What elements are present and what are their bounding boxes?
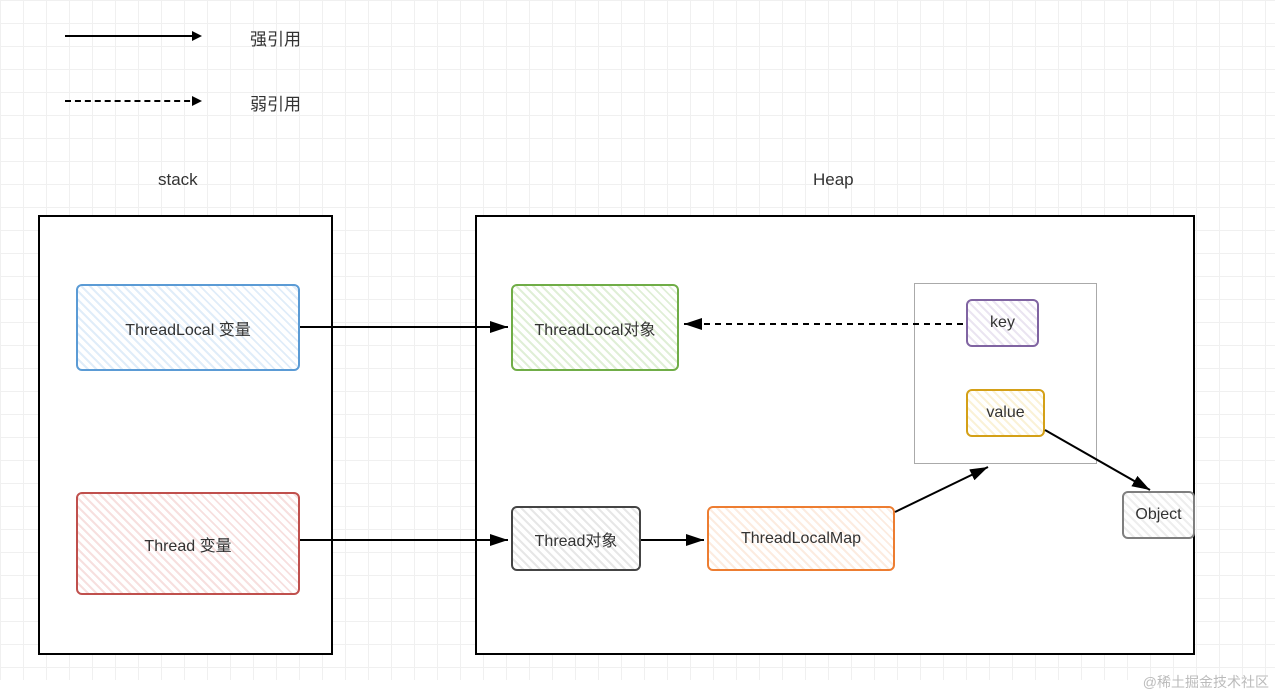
object-label: Object [1135, 506, 1181, 524]
stack-title: stack [158, 170, 198, 190]
value-node: value [966, 389, 1045, 437]
legend-weak-arrow [65, 100, 200, 102]
threadlocal-variable-node: ThreadLocal 变量 [76, 284, 300, 371]
threadlocalmap-label: ThreadLocalMap [741, 530, 861, 548]
thread-variable-label: Thread 变量 [144, 532, 231, 556]
legend-weak-label: 弱引用 [250, 90, 301, 115]
threadlocalmap-node: ThreadLocalMap [707, 506, 895, 571]
thread-object-node: Thread对象 [511, 506, 641, 571]
object-node: Object [1122, 491, 1195, 539]
thread-object-label: Thread对象 [535, 527, 618, 551]
watermark: @稀土掘金技术社区 [1143, 672, 1269, 692]
key-label: key [990, 314, 1015, 332]
key-node: key [966, 299, 1039, 347]
value-label: value [986, 404, 1024, 422]
threadlocal-variable-label: ThreadLocal 变量 [125, 316, 250, 340]
heap-title: Heap [813, 170, 854, 190]
legend-strong-label: 强引用 [250, 25, 301, 50]
threadlocal-object-label: ThreadLocal对象 [535, 316, 656, 340]
threadlocal-object-node: ThreadLocal对象 [511, 284, 679, 371]
thread-variable-node: Thread 变量 [76, 492, 300, 595]
legend-strong-arrow [65, 35, 200, 37]
